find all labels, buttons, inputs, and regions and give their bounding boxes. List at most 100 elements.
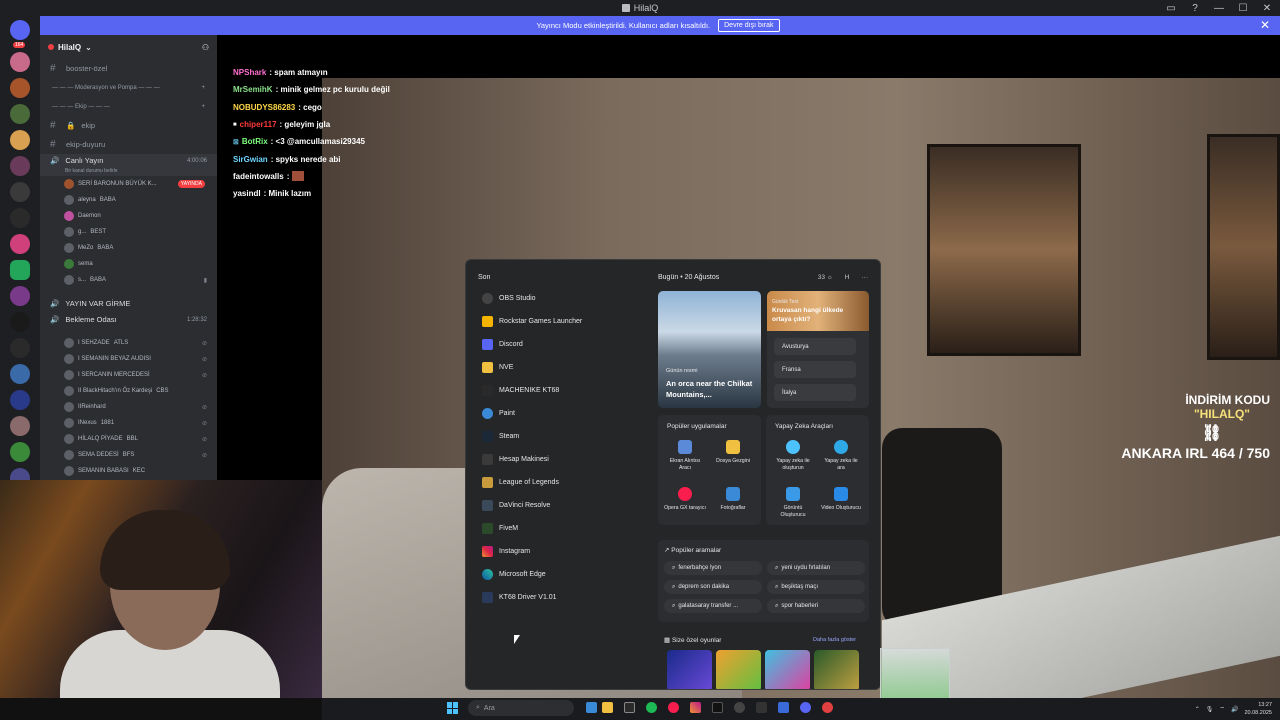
game-tile[interactable] [814,650,859,689]
search-chip[interactable]: ⌕ beşiktaş maçı [767,580,865,594]
voice-user[interactable]: I SERCANIN MERCEDESİ ⊘ [40,367,217,383]
close-button[interactable]: ✕ [1262,3,1272,14]
search-chip[interactable]: ⌕ galatasaray transfer ... [664,599,762,613]
server-icon[interactable] [10,182,30,202]
server-icon[interactable] [10,52,30,72]
server-icon[interactable] [10,442,30,462]
voice-user[interactable]: SERİ BARONUN BÜYÜK K... YAYINDA [40,176,217,192]
search-chip[interactable]: ⌕ yeni uydu fırlatılan [767,561,865,575]
voice-user[interactable]: sema [40,256,217,272]
server-icon[interactable] [10,208,30,228]
photo-of-day-card[interactable]: Günün resmi An orca near the Chilkat Mou… [658,291,761,408]
voice-user[interactable]: MeZo BABA [40,240,217,256]
user-avatar[interactable]: H [845,274,850,281]
server-icon[interactable] [10,416,30,436]
server-icon[interactable] [10,312,30,332]
voice-user[interactable]: aleyna BABA [40,192,217,208]
voice-user[interactable]: II BlackHitach'ın Öz Kardeşi CBS [40,383,217,399]
voice-user[interactable]: HİLALQ PİYADE BBL ⊘ [40,431,217,447]
app-item[interactable]: FiveM [482,519,518,537]
app-item[interactable]: MACHENIKE KT68 [482,381,559,399]
image-creator[interactable]: Görüntü Oluşturucu [772,487,814,518]
voice-channel-waiting[interactable]: 🔊 Bekleme Odası 1:28:32 [40,313,217,335]
minimize-button[interactable]: — [1214,3,1224,14]
voice-user[interactable]: SEMANIN BABASI KEC [40,463,217,479]
inbox-icon[interactable]: ▭ [1166,3,1176,14]
file-explorer[interactable]: Dosya Gezgini [712,440,754,465]
voice-user[interactable]: g... BEST [40,224,217,240]
server-icon[interactable] [10,234,30,254]
opera-gx[interactable]: Opera GX tarayıcı [664,487,706,512]
server-header[interactable]: HilalQ ⌄ ⚇ [40,35,217,59]
wifi-icon[interactable]: ⌔ [1219,705,1225,713]
server-icon[interactable] [10,338,30,358]
game-tile[interactable] [667,650,712,689]
store-icon[interactable] [624,702,635,713]
keyboard-icon[interactable] [756,702,767,713]
voice-user[interactable]: I SEMANIN BEYAZ AUDISI ⊘ [40,351,217,367]
app-item[interactable]: League of Legends [482,473,559,491]
voice-user[interactable]: Daemon [40,208,217,224]
obs-icon[interactable] [734,702,745,713]
ai-search[interactable]: Yapay zeka ile ara [820,440,862,471]
app-icon[interactable] [778,702,789,713]
windows-start-icon[interactable] [447,702,459,714]
voice-user[interactable]: INexus 1881 ⊘ [40,415,217,431]
voice-user[interactable]: I SEHZADE ATLS ⊘ [40,335,217,351]
category-moderation[interactable]: — — — Moderasyon ve Pompa — — — + [40,78,217,97]
search-chip[interactable]: ⌕ deprem son dakika [664,580,762,594]
app-item[interactable]: NVE [482,358,513,376]
app-item[interactable]: Rockstar Games Launcher [482,312,582,330]
home-icon[interactable] [10,20,30,40]
channel-ekip[interactable]: # 🔒 ekip [40,116,217,135]
search-chip[interactable]: ⌕ fenerbahçe lyon [664,561,762,575]
category-ekip[interactable]: — — — Ekip — — — + [40,97,217,116]
quiz-option[interactable]: Fransa [774,361,856,378]
quiz-option[interactable]: Avusturya [774,338,856,355]
app-item[interactable]: Hesap Makinesi [482,450,549,468]
game-tile[interactable] [716,650,761,689]
disable-streamer-mode-button[interactable]: Devre dışı bırak [718,19,780,32]
volume-icon[interactable]: 🔊 [1231,706,1238,713]
voice-user[interactable]: IIReinhard ⊘ [40,399,217,415]
ai-create[interactable]: Yapay zeka ile oluşturun [772,440,814,471]
taskbar-search[interactable]: ⌕ Ara [468,700,574,716]
channel-ekip-duyuru[interactable]: # ekip-duyuru [40,135,217,154]
voice-channel-live[interactable]: 🔊 Canlı Yayın 4:00:06 Bir kanal durumu be… [40,154,217,176]
chrome-icon[interactable] [822,702,833,713]
mic-icon[interactable]: 🎙 [1206,706,1214,713]
opera-icon[interactable] [668,702,679,713]
search-chip[interactable]: ⌕ spor haberleri [767,599,865,613]
app-item[interactable]: Discord [482,335,523,353]
app-item[interactable]: KT68 Driver V1.01 [482,588,557,606]
add-member-icon[interactable]: ⚇ [202,43,209,52]
add-icon[interactable]: + [201,85,205,91]
server-icon[interactable] [10,104,30,124]
quiz-option[interactable]: İtalya [774,384,856,401]
instagram-icon[interactable] [690,702,701,713]
chevron-up-icon[interactable]: ⌃ [1195,706,1200,713]
video-creator[interactable]: Video Oluşturucu [820,487,862,512]
voice-status[interactable]: Bir kanal durumu belirle [65,168,118,174]
show-more-link[interactable]: Daha fazla göster [813,637,856,643]
maximize-button[interactable]: ☐ [1238,3,1248,14]
server-icon[interactable] [10,390,30,410]
server-icon[interactable] [10,156,30,176]
add-icon[interactable]: + [201,104,205,110]
channel-booster[interactable]: # booster-özel [40,59,217,78]
voice-user[interactable]: s... BABA ▮ [40,272,217,288]
app-item[interactable]: DaVinci Resolve [482,496,550,514]
clock[interactable]: 13:27 20.08.2025 [1244,701,1272,717]
taskview-icon[interactable] [586,702,597,713]
server-icon[interactable] [10,130,30,150]
app-item[interactable]: Steam [482,427,519,445]
spotify-icon[interactable] [646,702,657,713]
server-icon[interactable] [10,286,30,306]
app-item[interactable]: OBS Studio [482,289,536,307]
folder-icon[interactable] [602,702,613,713]
weather-temp[interactable]: 33 [818,274,825,281]
app-item[interactable]: Microsoft Edge [482,565,546,583]
app-item[interactable]: Paint [482,404,515,422]
close-icon[interactable]: ✕ [1260,18,1270,32]
photos-app[interactable]: Fotoğraflar [712,487,754,512]
